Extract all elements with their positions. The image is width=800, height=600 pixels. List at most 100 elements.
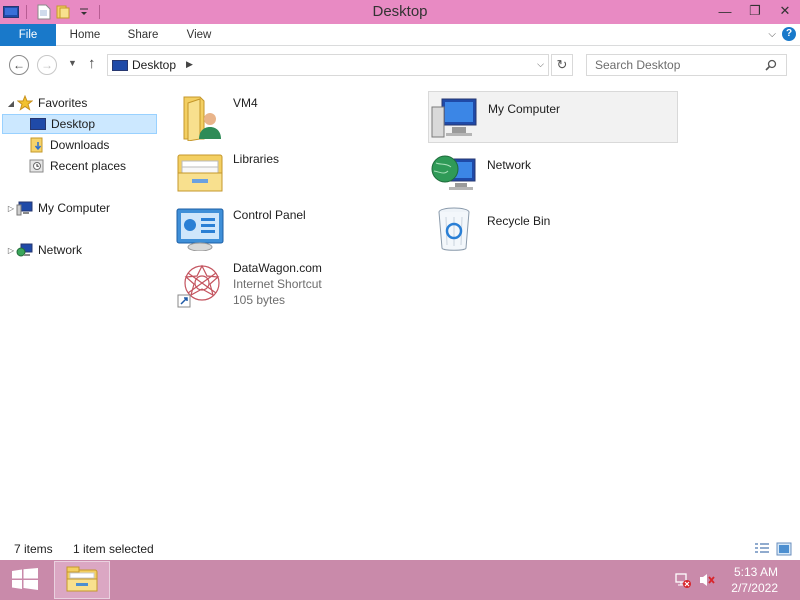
item-type: Internet Shortcut <box>233 277 322 291</box>
navigation-bar: ← → ▼ ↑ Desktop ▶ ⌵ ↻ <box>0 46 800 84</box>
item-text: Network <box>480 147 531 173</box>
expand-ribbon-icon[interactable]: ⌵ <box>768 29 776 40</box>
back-arrow-icon: ← <box>13 58 25 72</box>
sidebar-item-label: Favorites <box>38 96 88 110</box>
file-explorer-icon <box>66 565 98 596</box>
item-name: Recycle Bin <box>487 214 551 228</box>
collapse-icon[interactable]: ◢ <box>6 99 16 108</box>
sidebar-item-downloads[interactable]: Downloads <box>28 135 156 155</box>
system-clock[interactable]: 5:13 AM 2/7/2022 <box>731 564 778 596</box>
details-view-icon[interactable] <box>754 542 770 556</box>
up-arrow-icon[interactable]: ↑ <box>88 55 96 72</box>
forward-arrow-icon: → <box>41 58 53 72</box>
refresh-button[interactable]: ↻ <box>551 54 573 76</box>
item-name: VM4 <box>233 96 258 110</box>
ribbon-right: ⌵ ? <box>768 27 796 41</box>
sidebar-item-label: Network <box>38 243 83 257</box>
minimize-button[interactable]: — <box>710 0 740 22</box>
list-item-network[interactable]: Network <box>428 147 678 199</box>
back-button[interactable]: ← <box>9 55 29 75</box>
window-title: Desktop <box>372 3 428 20</box>
tab-file[interactable]: File <box>0 24 56 46</box>
selection-count: 1 item selected <box>73 542 154 556</box>
list-item-vm4[interactable]: VM4 <box>174 91 394 143</box>
desktop-icon <box>112 60 128 71</box>
item-name: My Computer <box>488 102 561 116</box>
search-input[interactable] <box>586 54 787 76</box>
item-count: 7 items <box>14 542 53 556</box>
file-list: VM4 Libraries Control Panel DataWagon.co… <box>170 88 790 538</box>
quick-access-toolbar <box>0 0 106 24</box>
item-text: My Computer <box>481 92 560 117</box>
user-folder-icon <box>174 91 226 143</box>
properties-icon[interactable] <box>35 3 53 21</box>
navigation-pane: ◢ Favorites Desktop Downloads Recent pla… <box>0 88 160 528</box>
recycle-bin-icon <box>428 203 480 255</box>
sidebar-item-label: Recent places <box>50 159 127 173</box>
expand-icon[interactable]: ▷ <box>6 246 16 255</box>
network-icon <box>16 242 34 258</box>
breadcrumb-chevron-icon[interactable]: ▶ <box>186 59 193 70</box>
computer-icon <box>16 200 34 216</box>
libraries-icon <box>174 147 226 199</box>
internet-shortcut-icon <box>174 259 226 311</box>
sidebar-item-desktop[interactable]: Desktop <box>2 114 157 134</box>
windows-logo-icon <box>12 567 38 593</box>
list-item-recycle-bin[interactable]: Recycle Bin <box>428 203 678 255</box>
item-text: DataWagon.com Internet Shortcut 105 byte… <box>226 259 322 308</box>
new-folder-icon[interactable] <box>55 3 73 21</box>
start-button[interactable] <box>0 560 50 600</box>
help-icon[interactable]: ? <box>782 27 796 41</box>
sidebar-item-label: My Computer <box>38 201 111 215</box>
recent-locations-chevron-icon[interactable]: ▼ <box>68 58 77 68</box>
star-icon <box>16 95 34 111</box>
sidebar-item-network[interactable]: ▷ Network <box>6 240 156 260</box>
tab-home[interactable]: Home <box>56 24 114 46</box>
clock-time: 5:13 AM <box>733 565 778 579</box>
sidebar-item-my-computer[interactable]: ▷ My Computer <box>6 198 156 218</box>
item-name: Control Panel <box>233 208 306 222</box>
qat-separator <box>26 5 27 19</box>
list-item-libraries[interactable]: Libraries <box>174 147 394 199</box>
computer-icon <box>429 92 481 144</box>
restore-button[interactable]: ❐ <box>740 0 770 22</box>
customize-qat-icon[interactable] <box>75 3 93 21</box>
window-controls: — ❐ ✕ <box>710 0 800 24</box>
item-text: Libraries <box>226 147 279 167</box>
item-size: 105 bytes <box>233 293 286 307</box>
network-disconnected-icon[interactable] <box>674 572 692 588</box>
expand-icon[interactable]: ▷ <box>6 204 16 213</box>
search-icon[interactable] <box>765 59 777 74</box>
sidebar-item-label: Desktop <box>51 117 96 131</box>
item-text: Recycle Bin <box>480 203 550 229</box>
address-bar[interactable]: Desktop ▶ ⌵ <box>107 54 549 76</box>
status-bar: 7 items 1 item selected <box>0 538 800 560</box>
item-text: VM4 <box>226 91 258 111</box>
desktop-window-icon[interactable] <box>2 3 20 21</box>
address-dropdown-icon[interactable]: ⌵ <box>537 59 544 70</box>
downloads-folder-icon <box>28 137 46 153</box>
forward-button[interactable]: → <box>37 55 57 75</box>
sidebar-item-favorites[interactable]: ◢ Favorites <box>6 93 156 113</box>
control-panel-icon <box>174 203 226 255</box>
list-item-control-panel[interactable]: Control Panel <box>174 203 394 255</box>
recent-places-icon <box>28 158 46 174</box>
breadcrumb-desktop[interactable]: Desktop <box>132 58 176 72</box>
sidebar-item-recent-places[interactable]: Recent places <box>28 156 156 176</box>
list-item-my-computer[interactable]: My Computer <box>428 91 678 143</box>
sidebar-item-label: Downloads <box>50 138 110 152</box>
tab-share[interactable]: Share <box>114 24 172 46</box>
desktop-icon <box>29 116 47 132</box>
tab-view[interactable]: View <box>172 24 226 46</box>
close-button[interactable]: ✕ <box>770 0 800 22</box>
item-name: DataWagon.com <box>233 261 322 275</box>
large-icons-view-icon[interactable] <box>776 542 792 556</box>
speaker-muted-icon[interactable] <box>698 572 716 588</box>
network-icon <box>428 147 480 199</box>
taskbar-file-explorer[interactable] <box>54 561 110 599</box>
qat-separator <box>99 5 100 19</box>
item-name: Network <box>487 158 532 172</box>
refresh-icon: ↻ <box>556 57 568 72</box>
list-item-datawagon[interactable]: DataWagon.com Internet Shortcut 105 byte… <box>174 259 394 315</box>
title-bar: Desktop — ❐ ✕ <box>0 0 800 24</box>
